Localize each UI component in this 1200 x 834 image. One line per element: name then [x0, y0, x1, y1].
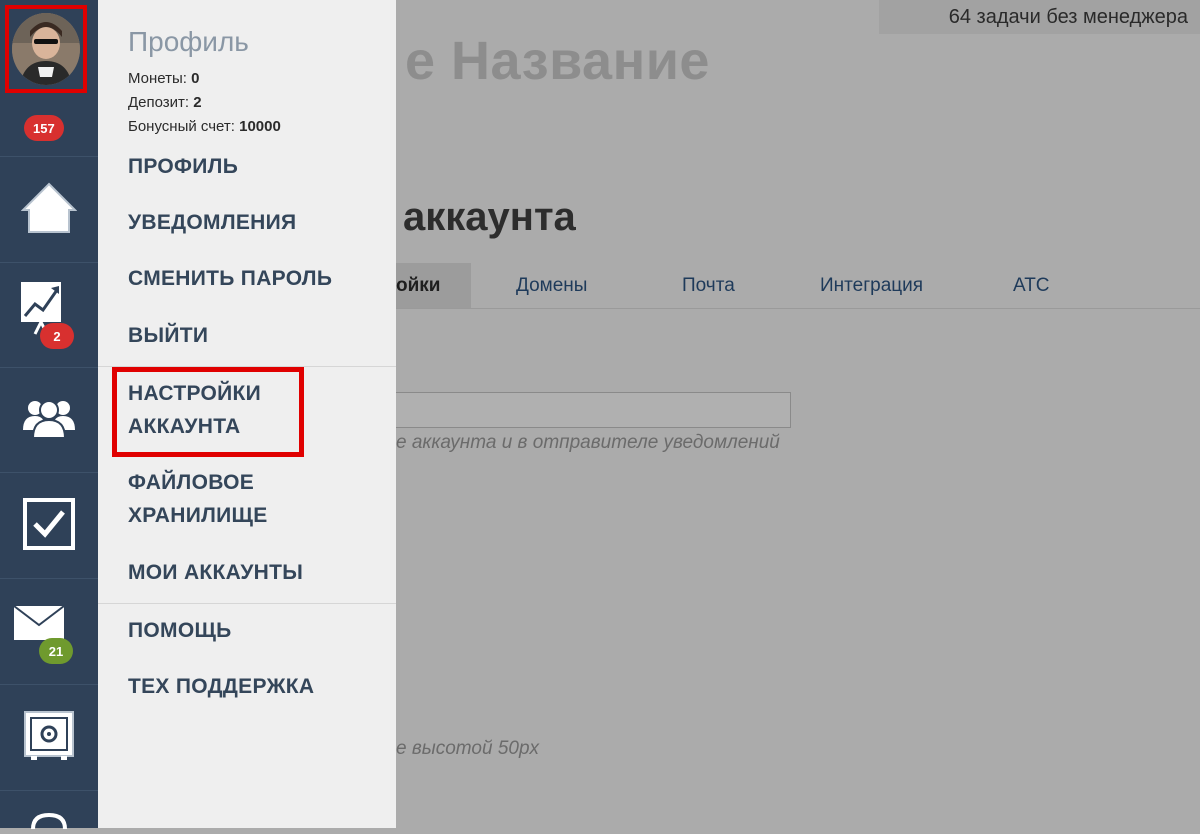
users-icon — [21, 396, 77, 445]
menu-item-help[interactable]: ПОМОЩЬ — [128, 614, 232, 647]
safe-icon — [23, 710, 75, 767]
bonus-value: 10000 — [239, 118, 281, 135]
sidebar-item-safe[interactable] — [0, 684, 98, 791]
menu-divider — [98, 366, 396, 367]
tab-domains[interactable]: Домены — [516, 263, 587, 308]
section-heading: аккаунта — [403, 195, 576, 239]
coins-label: Монеты: — [128, 70, 192, 87]
menu-title: Профиль — [128, 26, 249, 57]
menu-item-account-settings[interactable]: НАСТРОЙКИ АККАУНТА — [128, 377, 261, 443]
checkbox-icon — [23, 497, 75, 555]
tab-integration[interactable]: Интеграция — [820, 263, 923, 308]
sidebar-item-more[interactable] — [0, 790, 98, 830]
account-name-hint: е аккаунта и в отправителе уведомлений — [396, 432, 780, 453]
menu-item-my-accounts[interactable]: МОИ АККАУНТЫ — [128, 556, 303, 589]
mail-badge: 21 — [39, 638, 73, 664]
settings-tabs: ойки Домены Почта Интеграция АТС — [396, 263, 1200, 309]
sidebar-item-tasks[interactable] — [0, 472, 98, 579]
stats-badge: 2 — [40, 323, 74, 349]
coins-stat: Монеты: 0 — [128, 70, 199, 87]
bonus-label: Бонусный счет: — [128, 118, 240, 135]
avatar — [12, 13, 80, 85]
notifications-badge[interactable]: 157 — [24, 115, 64, 141]
menu-item-label: ФАЙЛОВОЕ — [128, 471, 255, 494]
icon-sidebar: 157 2 21 — [0, 0, 98, 830]
menu-item-file-storage[interactable]: ФАЙЛОВОЕ ХРАНИЛИЩЕ — [128, 466, 268, 532]
deposit-label: Депозит: — [128, 94, 194, 111]
deposit-value: 2 — [193, 94, 202, 111]
menu-item-label: НАСТРОЙКИ — [128, 382, 262, 405]
coins-value: 0 — [191, 70, 200, 87]
sidebar-item-home[interactable] — [0, 156, 98, 263]
tab-settings[interactable]: ойки — [396, 263, 471, 308]
sidebar-item-mail[interactable]: 21 — [0, 578, 98, 685]
menu-item-notifications[interactable]: УВЕДОМЛЕНИЯ — [128, 206, 296, 239]
menu-item-change-password[interactable]: СМЕНИТЬ ПАРОЛЬ — [128, 262, 332, 295]
menu-item-logout[interactable]: ВЫЙТИ — [128, 319, 208, 352]
chat-icon — [29, 812, 69, 834]
home-icon — [20, 182, 78, 239]
menu-item-label: АККАУНТА — [128, 415, 241, 438]
menu-divider — [98, 603, 396, 604]
tab-pbx[interactable]: АТС — [1013, 263, 1050, 308]
menu-item-label: ХРАНИЛИЩЕ — [128, 504, 268, 527]
tab-mail[interactable]: Почта — [682, 263, 735, 308]
logo-height-hint: е высотой 50px — [396, 738, 540, 759]
page-title: е Название — [405, 31, 710, 91]
account-name-input[interactable] — [396, 392, 791, 428]
user-avatar-button[interactable] — [5, 5, 87, 93]
unassigned-tasks-banner[interactable]: 64 задачи без менеджера — [879, 0, 1200, 34]
sidebar-item-stats[interactable]: 2 — [0, 262, 98, 368]
profile-menu: Профиль Монеты: 0 Депозит: 2 Бонусный сч… — [98, 0, 396, 828]
menu-item-profile[interactable]: ПРОФИЛЬ — [128, 150, 238, 183]
menu-item-support[interactable]: ТЕХ ПОДДЕРЖКА — [128, 670, 314, 703]
deposit-stat: Депозит: 2 — [128, 94, 202, 111]
bonus-stat: Бонусный счет: 10000 — [128, 118, 281, 135]
sidebar-item-users[interactable] — [0, 367, 98, 473]
